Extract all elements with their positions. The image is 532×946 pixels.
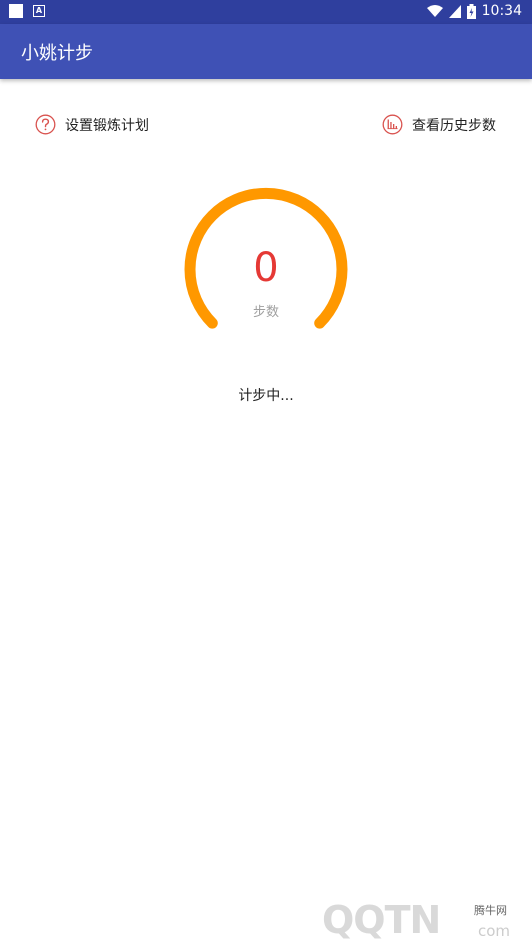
step-count-value: 0 [253, 245, 279, 291]
clock: 10:34 [481, 3, 522, 19]
signal-icon [448, 4, 461, 18]
view-history-button[interactable]: 查看历史步数 [382, 114, 496, 135]
watermark-logo: QQTN [322, 898, 441, 942]
question-icon [35, 114, 56, 135]
set-plan-button[interactable]: 设置锻炼计划 [35, 114, 149, 135]
notification-square-icon [9, 4, 23, 18]
notification-a-icon: A [33, 5, 45, 17]
status-bar: A 10:34 [0, 0, 532, 24]
set-plan-label: 设置锻炼计划 [65, 117, 149, 134]
view-history-label: 查看历史步数 [412, 117, 496, 134]
battery-icon [466, 3, 476, 19]
wifi-icon [426, 4, 443, 17]
step-gauge: 0 步数 [178, 183, 354, 359]
app-title: 小姚计步 [21, 43, 93, 64]
counting-status: 计步中... [238, 388, 294, 404]
step-count-label: 步数 [252, 305, 279, 320]
watermark: QQTN 腾牛网 com [322, 894, 532, 946]
watermark-suffix: com [478, 922, 511, 940]
bar-chart-icon [382, 114, 403, 135]
app-bar: 小姚计步 [0, 24, 532, 79]
watermark-tag: 腾牛网 [474, 904, 507, 917]
